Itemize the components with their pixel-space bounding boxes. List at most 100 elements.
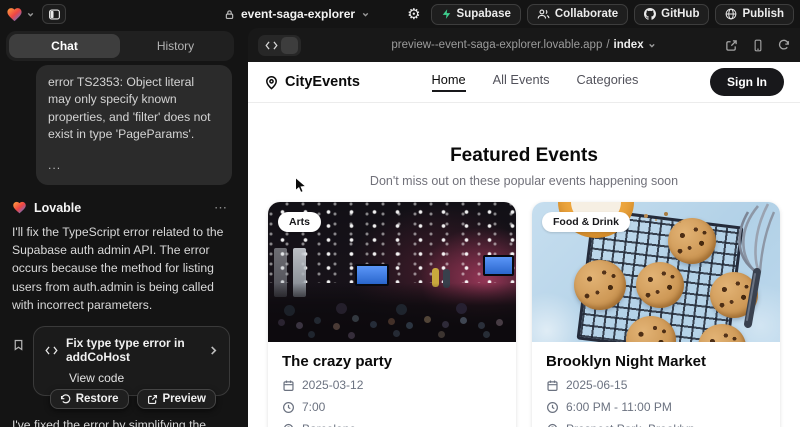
project-selector[interactable]: event-saga-explorer [224, 0, 370, 28]
clock-icon [282, 401, 295, 414]
event-card-body: Brooklyn Night Market 2025-06-15 [532, 342, 780, 427]
map-pin-icon [282, 423, 295, 427]
supabase-button[interactable]: Supabase [431, 4, 521, 25]
refresh-icon [778, 39, 790, 51]
assistant-name: Lovable [34, 201, 81, 215]
map-pin-icon [264, 75, 279, 90]
code-icon [265, 40, 278, 51]
sidebar-toggle-button[interactable] [42, 4, 66, 24]
cookie [636, 262, 684, 308]
code-view-toggle[interactable] [258, 35, 301, 56]
restore-icon [60, 394, 71, 405]
calendar-icon [546, 379, 559, 392]
collaborate-button[interactable]: Collaborate [527, 4, 628, 25]
section-heading: Featured Events [248, 145, 800, 167]
smartphone-icon [752, 39, 764, 52]
clock-icon [546, 401, 559, 414]
event-card-crazy-party[interactable]: Arts The crazy party 2025-03-12 [268, 202, 516, 427]
github-button[interactable]: GitHub [634, 4, 709, 25]
preview-toolbar-actions [725, 39, 790, 52]
fix-card-row: Fix type type error in addCoHost View co… [12, 326, 230, 409]
nav-categories[interactable]: Categories [577, 72, 639, 92]
external-link-icon [725, 39, 738, 52]
sidebar-tabs: Chat History [6, 31, 234, 61]
url-page: index [614, 39, 644, 51]
assistant-intro-text: I'll fix the TypeScript error related to… [12, 223, 228, 314]
preview-button[interactable]: Preview [137, 389, 216, 409]
section-subheading: Don't miss out on these popular events h… [248, 174, 800, 188]
event-image-cookies: Food & Drink [532, 202, 780, 342]
panel-left-icon [48, 8, 61, 21]
lovable-logo-menu[interactable] [6, 6, 35, 23]
sign-in-button[interactable]: Sign In [710, 68, 784, 96]
event-time-row: 7:00 [282, 400, 502, 414]
users-icon [537, 8, 550, 20]
event-time-row: 6:00 PM - 11:00 PM [546, 400, 766, 414]
event-card-brooklyn-market[interactable]: Food & Drink Brooklyn Night Market 2025-… [532, 202, 780, 427]
refresh-button[interactable] [778, 39, 790, 51]
mobile-view-button[interactable] [752, 39, 764, 52]
more-options-icon[interactable]: ⋯ [214, 200, 228, 216]
event-card-body: The crazy party 2025-03-12 [268, 342, 516, 427]
crumbs [644, 214, 648, 218]
message-truncation-ellipsis: ... [48, 157, 220, 174]
audience-heads [278, 319, 285, 326]
site-header: CityEvents Home All Events Categories Si… [248, 62, 800, 103]
nav-all-events[interactable]: All Events [493, 72, 550, 92]
event-location-row: Barcelone [282, 422, 502, 427]
bookmark-icon[interactable] [12, 338, 25, 355]
tab-chat[interactable]: Chat [9, 34, 120, 58]
supabase-bolt-icon [441, 8, 452, 20]
site-nav: Home All Events Categories [432, 72, 639, 92]
view-code-link[interactable]: View code [69, 371, 218, 385]
lock-icon [224, 9, 235, 20]
code-change-card[interactable]: Fix type type error in addCoHost View co… [33, 326, 230, 396]
event-image-conference: Arts [268, 202, 516, 342]
site-brand[interactable]: CityEvents [264, 74, 360, 90]
topbar-actions: ⚙ Supabase Collaborate GitHub [403, 4, 794, 25]
chevron-down-icon [648, 41, 657, 50]
url-separator: / [606, 39, 609, 51]
calendar-icon [282, 379, 295, 392]
chevron-down-icon [26, 10, 35, 19]
event-cards: Arts The crazy party 2025-03-12 [248, 202, 800, 427]
globe-icon [725, 8, 737, 20]
publish-button[interactable]: Publish [715, 4, 794, 25]
top-bar: event-saga-explorer ⚙ Supabase Collabo [0, 0, 800, 28]
preview-url-selector[interactable]: preview--event-saga-explorer.lovable.app… [391, 39, 656, 51]
code-icon [45, 345, 58, 356]
chevron-right-icon [209, 345, 218, 356]
chevron-down-icon [361, 10, 370, 19]
event-date-row: 2025-03-12 [282, 378, 502, 392]
project-name: event-saga-explorer [241, 7, 355, 21]
lovable-heart-icon [12, 200, 27, 215]
lovable-heart-icon [6, 6, 23, 23]
event-location-row: Prospect Park, Brooklyn [546, 422, 766, 427]
user-message-text: error TS2353: Object literal may only sp… [48, 74, 220, 143]
fix-card-actions: Restore Preview [33, 389, 216, 409]
main-area: Chat History error TS2353: Object litera… [0, 28, 800, 427]
lovable-app-window: event-saga-explorer ⚙ Supabase Collabo [0, 0, 800, 427]
gear-icon: ⚙ [407, 6, 420, 23]
user-message-bubble: error TS2353: Object literal may only sp… [36, 65, 232, 185]
github-icon [644, 8, 656, 20]
chat-sidebar: Chat History error TS2353: Object litera… [0, 28, 240, 427]
cookie [574, 260, 626, 310]
audience [268, 283, 516, 342]
whisk [708, 202, 780, 342]
tab-history[interactable]: History [120, 34, 231, 58]
settings-button[interactable]: ⚙ [403, 5, 424, 24]
preview-toolbar: preview--event-saga-explorer.lovable.app… [248, 28, 800, 62]
featured-section-header: Featured Events Don't miss out on these … [248, 145, 800, 188]
projector-screen [483, 255, 514, 276]
category-badge: Food & Drink [542, 212, 630, 232]
assistant-outro-text: I've fixed the error by simplifying the … [12, 416, 228, 427]
restore-button[interactable]: Restore [50, 389, 129, 409]
event-title: Brooklyn Night Market [546, 353, 766, 370]
preview-view-segment [281, 37, 298, 54]
open-in-new-tab-button[interactable] [725, 39, 738, 52]
nav-home[interactable]: Home [432, 72, 466, 92]
assistant-header: Lovable ⋯ [12, 200, 228, 216]
url-host: preview--event-saga-explorer.lovable.app [391, 39, 602, 51]
preview-pane: preview--event-saga-explorer.lovable.app… [248, 28, 800, 427]
